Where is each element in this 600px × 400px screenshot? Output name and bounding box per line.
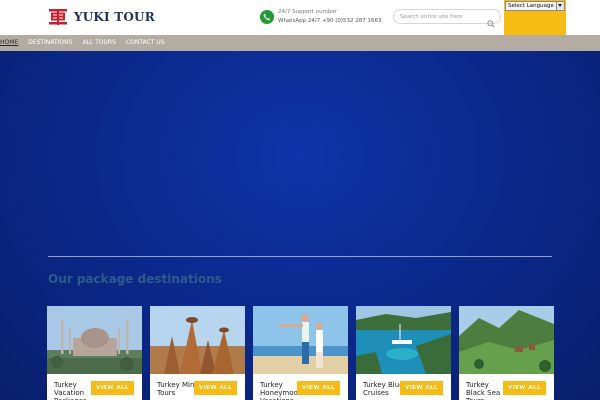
card-image-blue-cruise[interactable]: [356, 306, 451, 374]
section-divider: [48, 256, 552, 257]
chevron-down-icon: [556, 2, 564, 10]
search-icon[interactable]: [487, 13, 495, 28]
phone-icon: [260, 10, 274, 24]
destination-card[interactable]: Turkey Vacation Packages VIEW ALL: [47, 306, 142, 400]
view-all-button[interactable]: VIEW ALL: [297, 381, 340, 395]
section-title: Our package destinations: [48, 272, 222, 286]
destination-card[interactable]: Turkey Mini Tours VIEW ALL: [150, 306, 245, 400]
card-title: Turkey Mini Tours: [157, 381, 197, 397]
card-title: Turkey Honeymoon Vacations: [260, 381, 303, 400]
logo-icon: [48, 7, 68, 27]
language-select[interactable]: Select Language: [505, 1, 565, 11]
language-select-label: Select Language: [508, 3, 554, 9]
site-header: YUKI TOUR 24/7 Support number WhatsApp 2…: [0, 0, 600, 47]
card-title: Turkey Vacation Packages: [54, 381, 87, 400]
nav-home[interactable]: HOME: [0, 35, 18, 51]
search-box: [393, 9, 501, 28]
card-title: Turkey Blue Cruises: [363, 381, 404, 397]
destination-card[interactable]: Turkey Honeymoon Vacations VIEW ALL: [253, 306, 348, 400]
destination-card[interactable]: Turkey Blue Cruises VIEW ALL: [356, 306, 451, 400]
view-all-button[interactable]: VIEW ALL: [400, 381, 443, 395]
support-contact: 24/7 Support number WhatsApp 24/7 +90 (0…: [260, 8, 382, 26]
support-label: 24/7 Support number: [278, 9, 338, 15]
logo-text: YUKI TOUR: [74, 10, 155, 24]
nav-destinations[interactable]: DESTINATIONS: [28, 35, 72, 51]
card-image-cappadocia[interactable]: [150, 306, 245, 374]
view-all-button[interactable]: VIEW ALL: [503, 381, 546, 395]
nav-contact-us[interactable]: CONTACT US: [126, 35, 165, 51]
support-number[interactable]: WhatsApp 24/7 +90 (0)532 287 1663: [278, 17, 382, 26]
view-all-button[interactable]: VIEW ALL: [91, 381, 134, 395]
main-nav: HOME DESTINATIONS ALL TOURS CONTACT US: [0, 35, 600, 51]
view-all-button[interactable]: VIEW ALL: [194, 381, 237, 395]
logo[interactable]: YUKI TOUR: [48, 7, 155, 27]
card-title: Turkey Black Sea Tours: [466, 381, 501, 400]
destination-card[interactable]: Turkey Black Sea Tours VIEW ALL: [459, 306, 554, 400]
card-image-istanbul[interactable]: [47, 306, 142, 374]
card-image-honeymoon[interactable]: [253, 306, 348, 374]
search-input[interactable]: [400, 12, 484, 21]
card-image-black-sea[interactable]: [459, 306, 554, 374]
nav-all-tours[interactable]: ALL TOURS: [82, 35, 115, 51]
